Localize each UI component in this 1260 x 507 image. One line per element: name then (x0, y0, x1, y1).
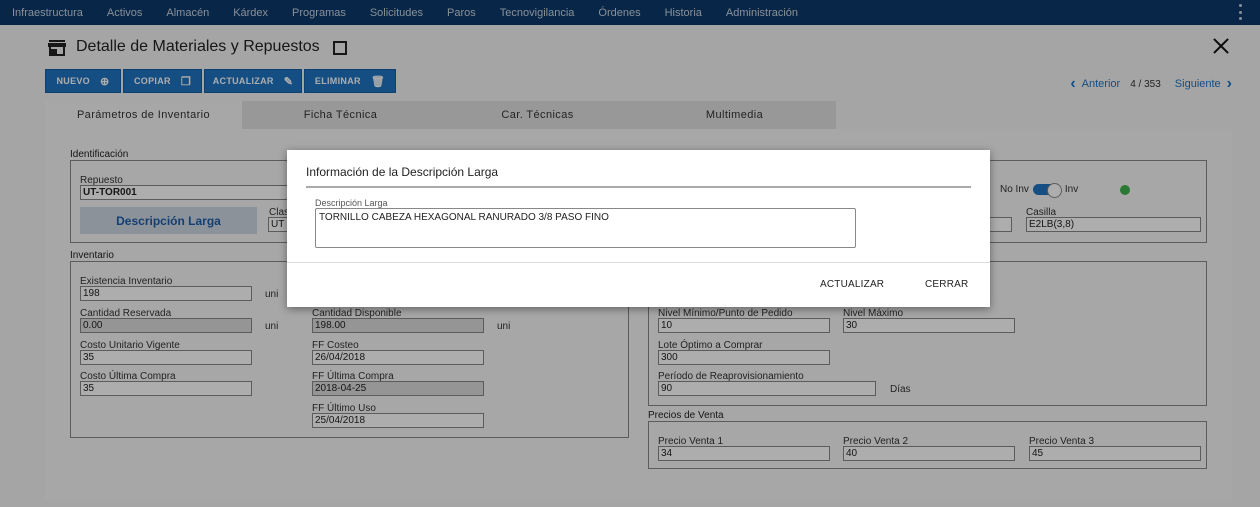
descripcion-larga-modal: Información de la Descripción Larga Desc… (287, 150, 990, 307)
modal-title: Información de la Descripción Larga (306, 165, 499, 179)
modal-footer-divider (287, 262, 990, 263)
modal-close-button[interactable]: CERRAR (925, 279, 968, 290)
modal-update-button[interactable]: ACTUALIZAR (820, 279, 884, 290)
modal-title-divider (306, 186, 971, 188)
descripcion-larga-label: Descripción Larga (315, 198, 388, 208)
descripcion-larga-textarea[interactable]: TORNILLO CABEZA HEXAGONAL RANURADO 3/8 P… (315, 208, 856, 248)
